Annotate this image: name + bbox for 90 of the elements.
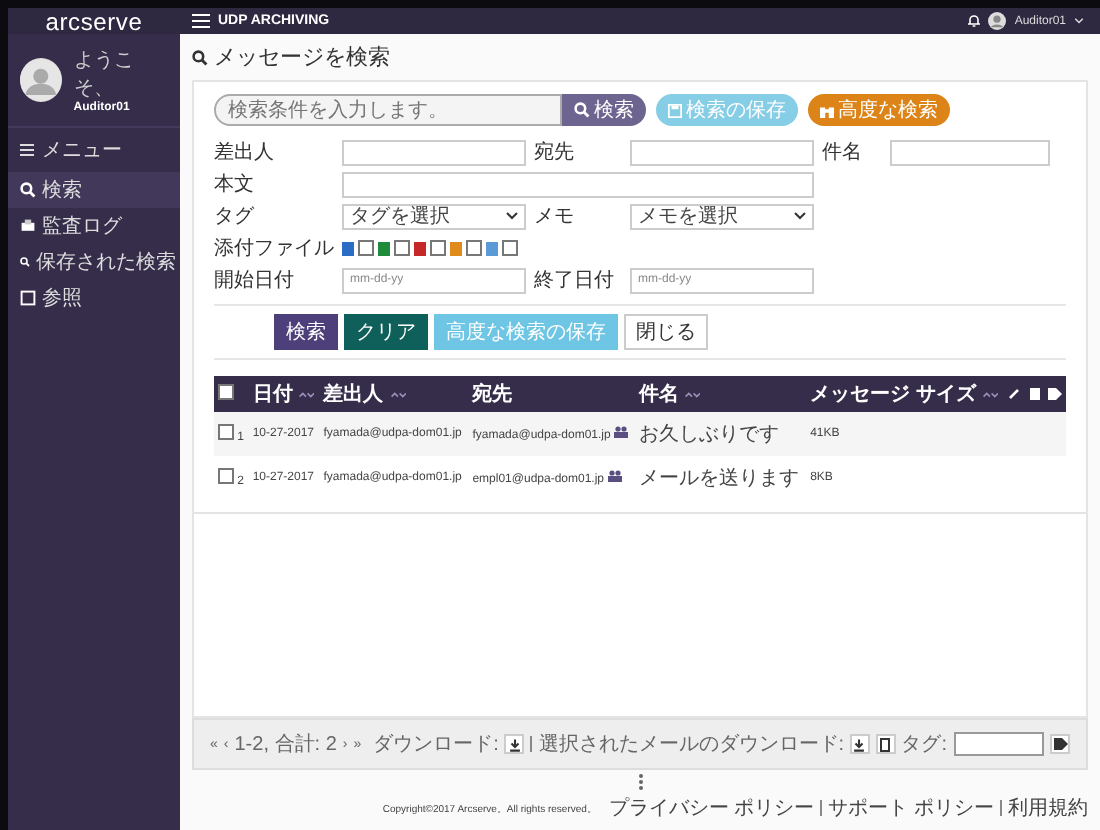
select-all-checkbox[interactable] <box>218 383 234 399</box>
checkbox[interactable] <box>466 240 482 256</box>
floppy-icon <box>668 103 682 117</box>
page-range: 1-2, 合計: 2 <box>234 731 337 758</box>
sidebar-item[interactable]: 検索 <box>8 172 180 208</box>
column-header[interactable]: 件名 <box>635 376 807 412</box>
table-cell: お久しぶりです <box>639 424 780 446</box>
binoculars-icon <box>820 103 834 117</box>
people-icon <box>614 426 629 438</box>
document-button[interactable] <box>875 734 896 754</box>
file-icon <box>414 241 426 255</box>
field-label: 添付ファイル <box>214 236 334 262</box>
download-icon <box>507 737 522 751</box>
checkbox[interactable] <box>358 240 374 256</box>
file-icon <box>450 241 462 255</box>
avatar-icon <box>20 58 62 102</box>
form-button[interactable]: クリア <box>344 314 428 350</box>
printer-icon <box>20 218 36 234</box>
field-label: 終了日付 <box>534 268 616 294</box>
download-icon <box>852 737 867 751</box>
row-checkbox[interactable] <box>218 424 234 440</box>
caret-icon <box>794 212 806 220</box>
tag-field[interactable] <box>953 732 1045 756</box>
sort-icon[interactable] <box>389 390 406 400</box>
tag-icon <box>1047 387 1062 399</box>
caret-icon[interactable] <box>1074 18 1084 24</box>
sidebar-item[interactable]: 参照 <box>8 280 180 316</box>
sidebar-item[interactable]: 監査ログ <box>8 208 180 244</box>
form-button[interactable]: 閉じる <box>624 314 708 350</box>
input-field[interactable] <box>342 139 526 165</box>
checkbox[interactable] <box>502 240 518 256</box>
input-field[interactable] <box>890 139 1050 165</box>
input-field[interactable] <box>342 171 814 197</box>
tag-icon <box>1053 738 1068 750</box>
search-icon <box>20 182 36 198</box>
resize-handle-icon[interactable] <box>637 774 643 790</box>
page-title: メッセージを検索 <box>214 43 390 72</box>
sort-icon[interactable] <box>298 390 315 400</box>
menu-icon <box>20 144 34 156</box>
search-field[interactable]: 検索条件を入力します。 <box>214 94 562 126</box>
people-icon <box>607 470 622 482</box>
field-label: 件名 <box>822 140 864 166</box>
field-label: タグ <box>214 204 256 230</box>
input-field[interactable] <box>630 139 814 165</box>
tag-label: タグ: <box>901 732 948 758</box>
column-header[interactable]: メッセージ サイズ <box>806 376 1005 412</box>
field-label: 宛先 <box>534 139 576 166</box>
tag-button[interactable] <box>1050 734 1070 754</box>
menu-header[interactable]: メニュー <box>8 128 180 172</box>
memo-dropdown[interactable]: メモを選択 <box>630 203 814 229</box>
footer-link[interactable]: サポート ポリシー <box>828 794 994 822</box>
caret-icon <box>506 212 518 220</box>
pencil-icon <box>1008 387 1021 399</box>
field-label: メモ <box>534 204 576 230</box>
search-icon <box>574 102 590 118</box>
field-label: 差出人 <box>214 139 276 166</box>
table-cell: メールを送ります <box>639 468 800 490</box>
field-label: 開始日付 <box>214 268 296 294</box>
file-icon <box>486 241 498 255</box>
footer-link[interactable]: プライバシー ポリシー <box>608 794 815 822</box>
brand-logo: arcserve <box>8 8 180 34</box>
search-button[interactable]: 検索 <box>562 94 646 126</box>
column-header[interactable]: 日付 <box>248 376 320 412</box>
sort-icon[interactable] <box>684 390 701 400</box>
sidebar-item[interactable]: 保存された検索 <box>8 244 180 280</box>
file-icon <box>342 241 354 255</box>
document-icon <box>880 737 891 751</box>
download-label: ダウンロード: <box>373 732 499 758</box>
bell-icon[interactable] <box>968 14 981 28</box>
download-label: 選択されたメールのダウンロード: <box>538 732 845 758</box>
download-button[interactable] <box>850 734 870 754</box>
greeting-text: ようこそ、 <box>73 48 136 101</box>
form-button[interactable]: 検索 <box>274 314 338 350</box>
column-header[interactable]: 宛先 <box>468 376 636 412</box>
search-icon <box>20 254 30 270</box>
checkbox[interactable] <box>430 240 446 256</box>
avatar-icon[interactable] <box>988 12 1007 30</box>
document-icon <box>1029 387 1040 399</box>
column-header[interactable]: 差出人 <box>319 376 469 412</box>
menu-icon[interactable] <box>192 14 210 28</box>
square-icon <box>20 290 36 306</box>
download-button[interactable] <box>504 734 525 754</box>
row-checkbox[interactable] <box>218 468 234 484</box>
checkbox[interactable] <box>394 240 410 256</box>
footer-link[interactable]: 利用規約 <box>1008 794 1088 822</box>
sort-icon[interactable] <box>981 390 998 400</box>
search-icon <box>192 49 208 65</box>
file-icon <box>378 241 390 255</box>
tag-dropdown[interactable]: タグを選択 <box>342 203 526 229</box>
field-label: 本文 <box>214 171 256 198</box>
